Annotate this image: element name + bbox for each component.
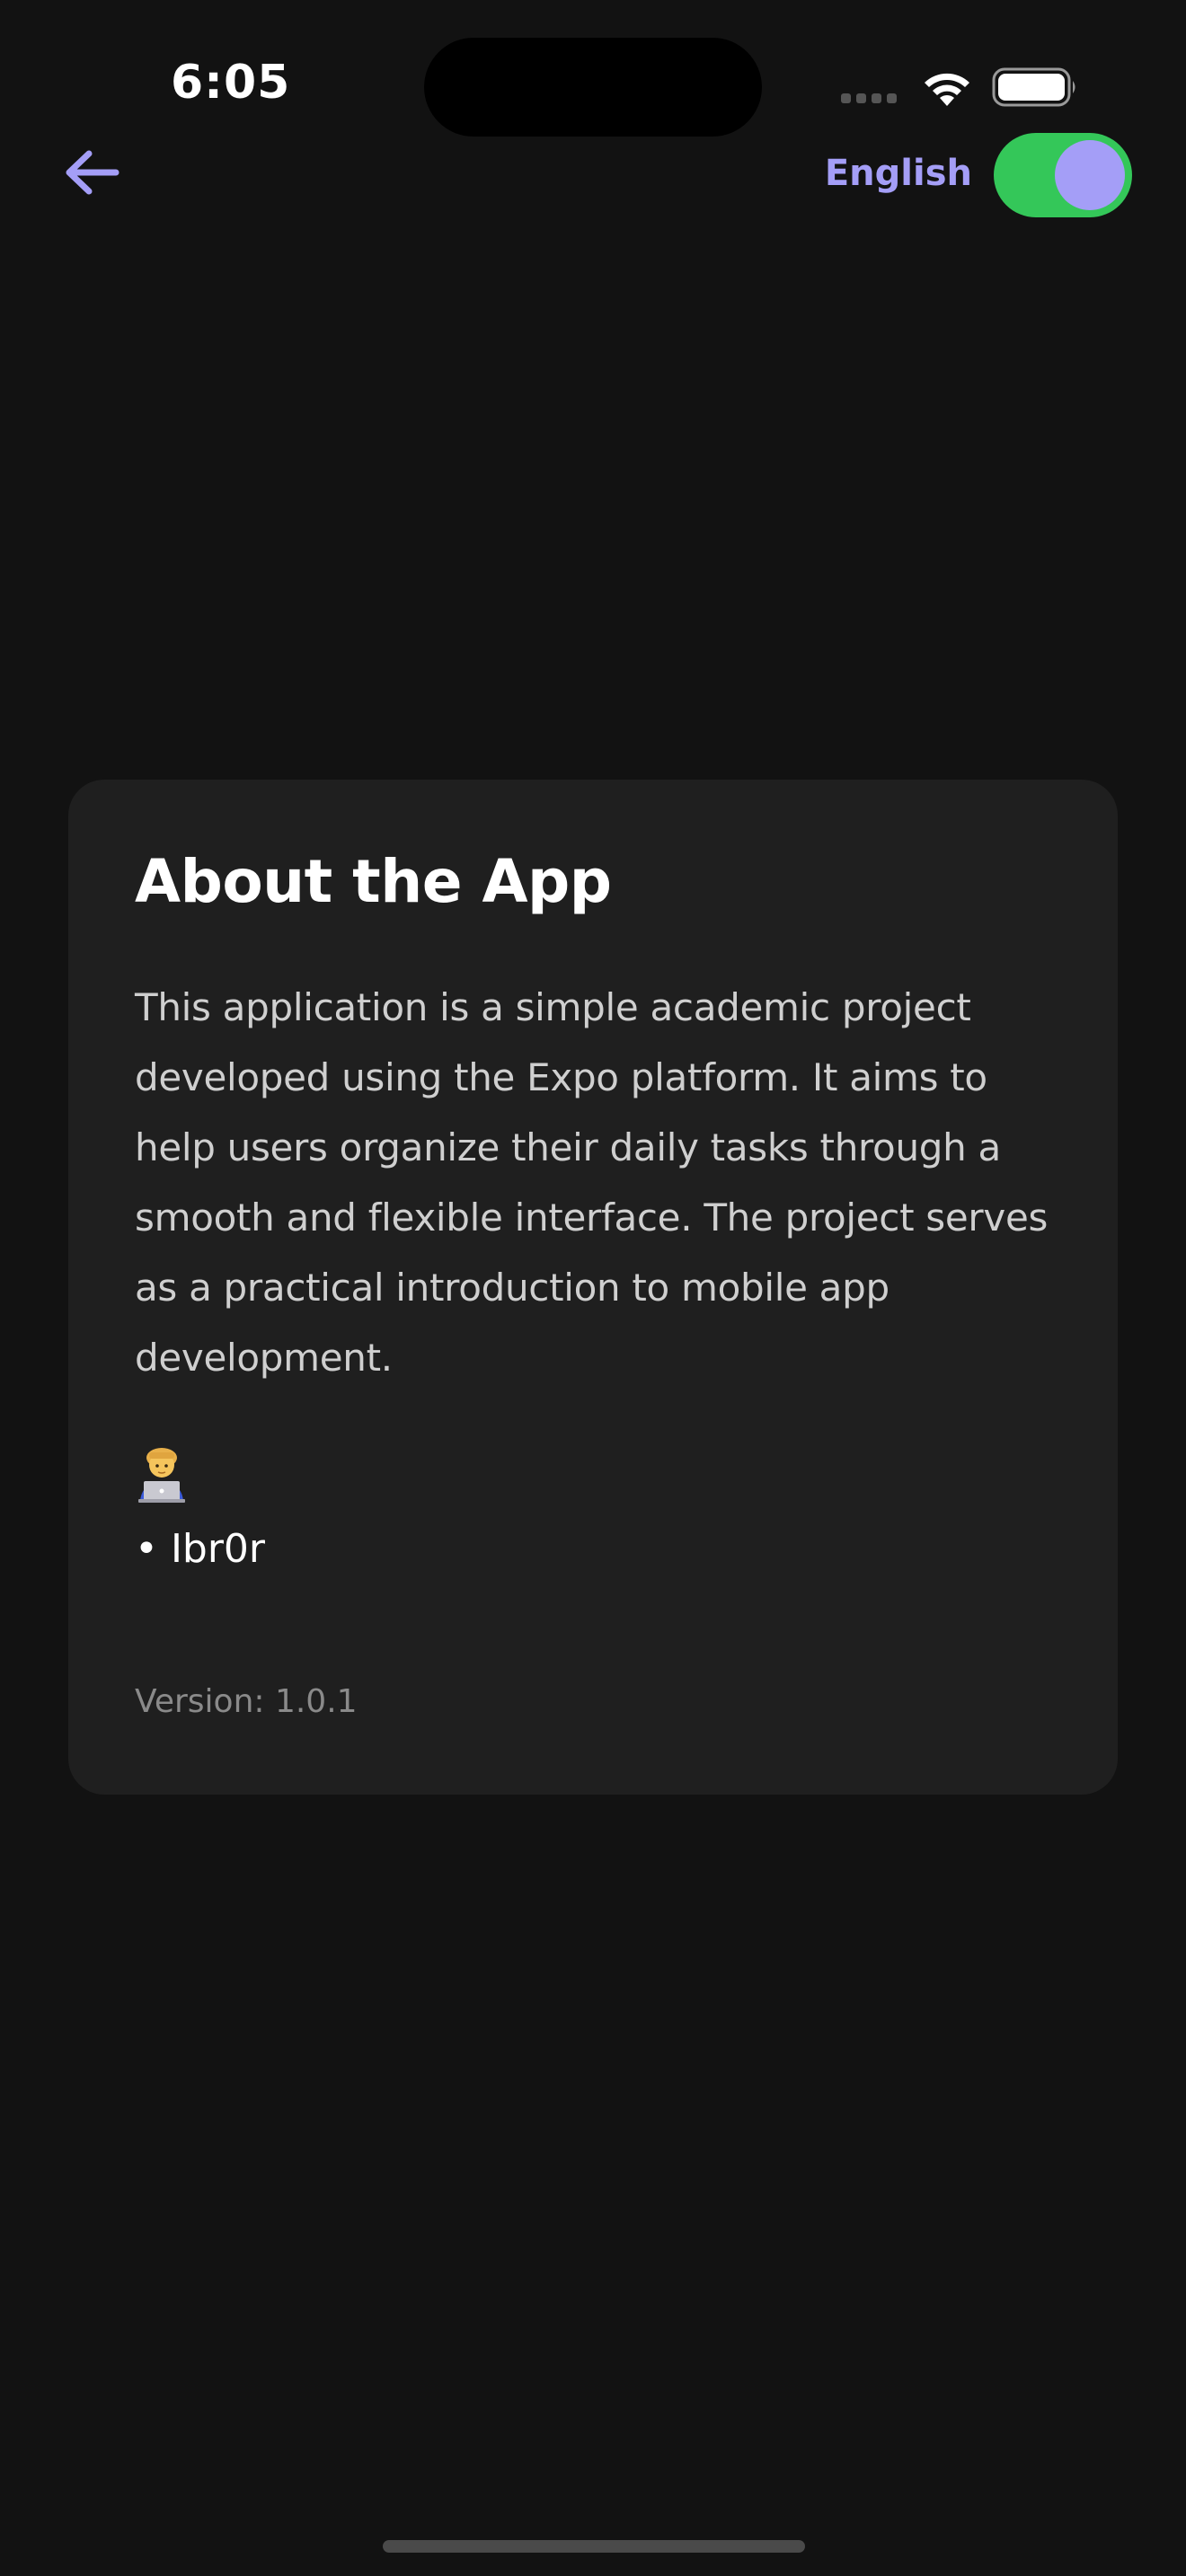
toggle-knob: [1055, 140, 1125, 210]
dynamic-island: [424, 38, 762, 137]
battery-icon: [992, 67, 1075, 107]
home-indicator[interactable]: [383, 2540, 805, 2553]
app-version: Version: 1.0.1: [135, 1683, 358, 1720]
wifi-icon: [925, 73, 969, 106]
card-title: About the App: [135, 847, 612, 916]
about-card: About the App This application is a simp…: [68, 780, 1118, 1795]
language-label: English: [824, 153, 972, 194]
developer-name: • Ibr0r: [135, 1526, 266, 1573]
language-toggle[interactable]: [994, 133, 1132, 217]
app-description: This application is a simple academic pr…: [135, 985, 1049, 1381]
back-button[interactable]: [56, 137, 128, 208]
signal-icon: [841, 93, 897, 103]
arrow-left-icon: [66, 150, 119, 195]
technologist-emoji-icon: [138, 1448, 185, 1504]
status-time: 6:05: [171, 56, 291, 110]
